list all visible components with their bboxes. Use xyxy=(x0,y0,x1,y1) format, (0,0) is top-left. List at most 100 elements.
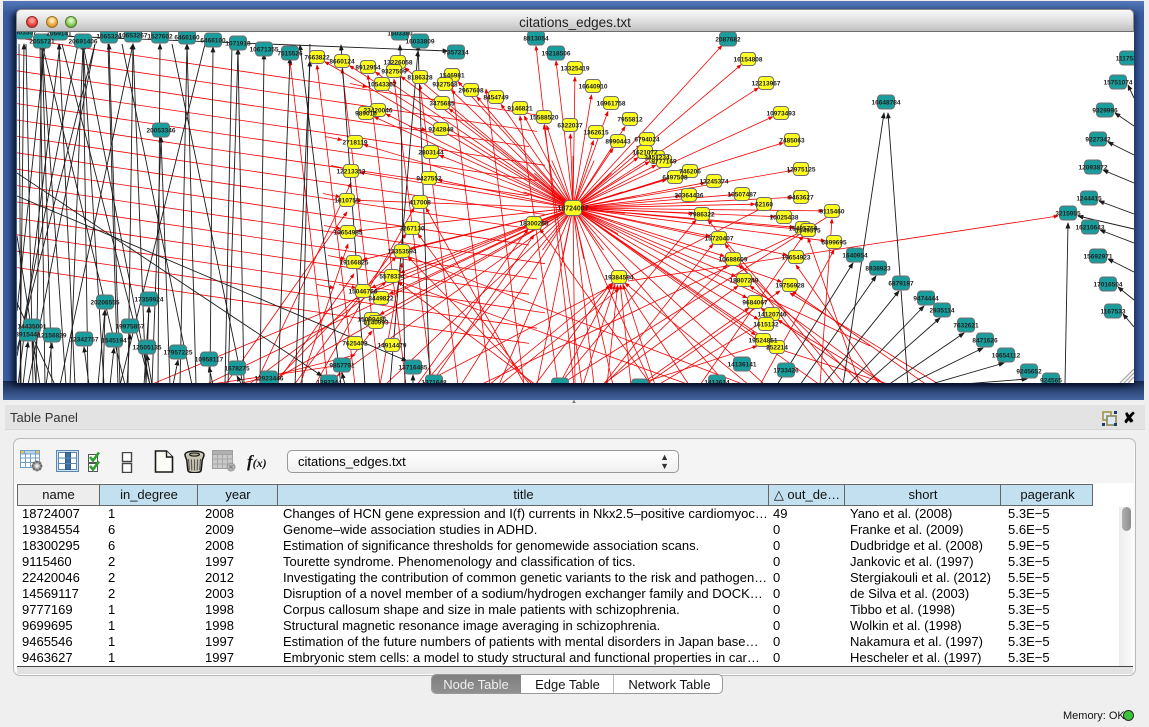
svg-text:17957225: 17957225 xyxy=(164,350,193,357)
svg-text:1371648: 1371648 xyxy=(421,380,447,384)
svg-text:12975125: 12975125 xyxy=(787,167,816,174)
svg-text:18724007: 18724007 xyxy=(557,206,588,213)
svg-text:5578334: 5578334 xyxy=(379,274,405,281)
svg-text:12213313: 12213313 xyxy=(337,169,366,176)
svg-text:9242848: 9242848 xyxy=(428,127,454,134)
svg-text:20053346: 20053346 xyxy=(147,128,176,135)
svg-text:6322037: 6322037 xyxy=(557,123,583,130)
svg-text:252214: 252214 xyxy=(766,345,788,352)
svg-text:7986322: 7986322 xyxy=(689,212,715,219)
svg-text:9777169: 9777169 xyxy=(651,159,677,166)
svg-text:3267130: 3267130 xyxy=(399,226,425,233)
svg-text:1292346: 1292346 xyxy=(547,383,573,384)
svg-text:15720407: 15720407 xyxy=(705,236,734,243)
svg-text:20691406: 20691406 xyxy=(69,39,98,46)
svg-text:12342757: 12342757 xyxy=(70,337,99,344)
svg-text:2069141: 2069141 xyxy=(46,32,72,38)
svg-text:15751074: 15751074 xyxy=(1104,80,1133,87)
svg-text:989016: 989016 xyxy=(355,111,377,118)
svg-text:9327508: 9327508 xyxy=(432,82,458,89)
svg-text:19975857: 19975857 xyxy=(116,324,145,331)
svg-text:8990443: 8990443 xyxy=(605,139,631,146)
svg-text:5140993: 5140993 xyxy=(363,320,389,327)
svg-text:2087682: 2087682 xyxy=(715,37,741,44)
svg-text:8186328: 8186328 xyxy=(407,75,433,82)
svg-text:3449822: 3449822 xyxy=(368,296,394,303)
svg-text:1603380: 1603380 xyxy=(387,32,413,38)
svg-text:16961758: 16961758 xyxy=(597,101,626,108)
svg-text:924565: 924565 xyxy=(1040,378,1062,384)
svg-text:15046766: 15046766 xyxy=(349,289,378,296)
svg-text:8471626: 8471626 xyxy=(972,338,998,345)
svg-text:14120746: 14120746 xyxy=(758,312,787,319)
svg-text:8813054: 8813054 xyxy=(523,36,549,43)
svg-text:13325419: 13325419 xyxy=(561,66,590,73)
svg-text:1071918: 1071918 xyxy=(225,41,251,48)
svg-text:8454749: 8454749 xyxy=(483,95,509,102)
svg-text:9115460: 9115460 xyxy=(820,209,845,216)
svg-text:1810755: 1810755 xyxy=(334,198,360,205)
svg-text:7515526: 7515526 xyxy=(277,51,303,58)
svg-text:1117533: 1117533 xyxy=(1116,56,1134,63)
svg-text:14136141: 14136141 xyxy=(728,362,757,369)
svg-text:17016504: 17016504 xyxy=(1094,282,1123,289)
svg-text:7955812: 7955812 xyxy=(617,117,643,124)
svg-text:1549575: 1549575 xyxy=(795,228,821,235)
svg-text:62160: 62160 xyxy=(755,202,773,209)
svg-text:12923446: 12923446 xyxy=(255,376,284,383)
svg-text:15353594: 15353594 xyxy=(388,249,417,256)
svg-text:9463627: 9463627 xyxy=(788,195,814,202)
svg-text:16033809: 16033809 xyxy=(406,39,435,46)
svg-text:8912954: 8912954 xyxy=(355,65,381,72)
svg-text:6497508: 6497508 xyxy=(662,175,688,182)
svg-text:1545194: 1545194 xyxy=(101,338,127,345)
svg-text:18807249: 18807249 xyxy=(730,278,759,285)
svg-text:15588520: 15588520 xyxy=(530,115,559,122)
svg-text:9474444: 9474444 xyxy=(913,296,939,303)
svg-text:10688609: 10688609 xyxy=(719,257,748,264)
svg-text:16154808: 16154808 xyxy=(734,57,763,64)
svg-text:14914479: 14914479 xyxy=(378,343,407,350)
svg-text:1733426: 1733426 xyxy=(773,368,799,375)
svg-text:10653267: 10653267 xyxy=(119,33,148,40)
svg-text:2935114: 2935114 xyxy=(930,308,955,315)
svg-text:417008: 417008 xyxy=(409,200,431,207)
svg-text:12156829: 12156829 xyxy=(38,333,67,340)
svg-text:14435001: 14435001 xyxy=(18,324,47,331)
svg-text:6466100: 6466100 xyxy=(200,38,226,45)
svg-text:7663822: 7663822 xyxy=(304,55,330,62)
svg-text:16640910: 16640910 xyxy=(579,84,608,91)
svg-text:8938923: 8938923 xyxy=(865,266,891,273)
svg-text:13226058: 13226058 xyxy=(384,60,413,67)
svg-text:12505135: 12505135 xyxy=(133,345,162,352)
svg-text:19166825: 19166825 xyxy=(340,260,369,267)
svg-text:1640954: 1640954 xyxy=(842,253,868,260)
svg-text:3475685: 3475685 xyxy=(429,101,455,108)
svg-text:10973493: 10973493 xyxy=(767,111,796,118)
svg-text:9227342: 9227342 xyxy=(1085,137,1111,144)
svg-text:6794024: 6794024 xyxy=(634,137,660,144)
svg-text:10958117: 10958117 xyxy=(195,357,224,364)
svg-text:1244415: 1244415 xyxy=(1076,196,1102,203)
svg-text:10654112: 10654112 xyxy=(992,353,1021,360)
svg-text:3215955: 3215955 xyxy=(1055,211,1081,218)
svg-text:9857791: 9857791 xyxy=(329,363,355,370)
svg-text:1362615: 1362615 xyxy=(583,130,609,137)
svg-text:1292344: 1292344 xyxy=(316,380,342,384)
svg-text:8660124: 8660124 xyxy=(329,59,355,66)
svg-text:19384554: 19384554 xyxy=(605,275,634,282)
svg-text:1903557: 1903557 xyxy=(17,32,37,37)
svg-text:1167533: 1167533 xyxy=(1101,309,1126,316)
svg-text:10671355: 10671355 xyxy=(250,47,279,54)
svg-text:9146821: 9146821 xyxy=(507,106,533,113)
svg-text:6466160: 6466160 xyxy=(174,35,200,42)
svg-text:1527602: 1527602 xyxy=(147,34,173,41)
svg-text:6879197: 6879197 xyxy=(888,281,914,288)
svg-text:13245374: 13245374 xyxy=(700,179,729,186)
svg-text:10507487: 10507487 xyxy=(728,192,757,199)
svg-text:12093872: 12093872 xyxy=(1079,165,1108,172)
svg-text:2967608: 2967608 xyxy=(458,88,484,95)
svg-text:9245652: 9245652 xyxy=(1016,369,1042,376)
svg-text:13716485: 13716485 xyxy=(399,365,428,372)
svg-text:19218506: 19218506 xyxy=(542,51,571,58)
